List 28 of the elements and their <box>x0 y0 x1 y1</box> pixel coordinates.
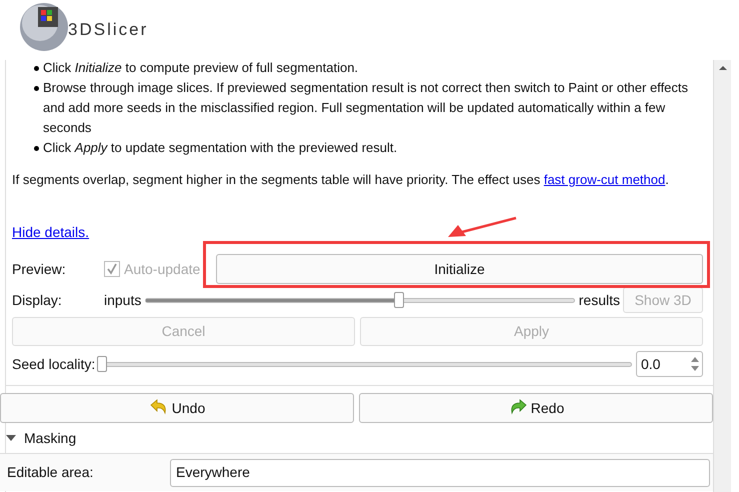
masking-section-title[interactable]: Masking <box>24 428 76 448</box>
slider-thumb[interactable] <box>394 292 404 308</box>
expand-caret-icon[interactable] <box>6 434 16 442</box>
bullet-icon <box>34 146 39 151</box>
instruction-text: Click Apply to update segmentation with the previewed result. <box>43 139 398 157</box>
app-name: 3DSlicer <box>68 19 148 42</box>
seed-locality-slider[interactable] <box>97 356 632 372</box>
fast-grow-cut-link[interactable]: fast grow-cut method <box>544 172 666 187</box>
display-label: Display: <box>12 290 63 310</box>
slider-thumb[interactable] <box>97 356 108 372</box>
annotation-arrow <box>446 216 518 238</box>
seed-locality-spinbox[interactable]: 0.0 <box>636 351 703 377</box>
seed-locality-label: Seed locality: <box>12 354 96 374</box>
effect-note: If segments overlap, segment higher in the segments table will have priority. The effect uses fast grow-cut method. <box>12 172 669 187</box>
editable-area-dropdown[interactable]: Everywhere <box>170 458 710 486</box>
editable-area-label: Editable area: <box>7 463 94 482</box>
results-label: results <box>578 290 620 310</box>
initialize-button[interactable]: Initialize <box>216 254 703 284</box>
bullet-icon <box>34 86 39 91</box>
preview-label: Preview: <box>12 260 67 278</box>
instruction-text: Click Initialize to compute preview of full segmentation. <box>43 59 358 77</box>
display-slider[interactable] <box>145 293 575 307</box>
inputs-label: inputs <box>104 290 142 310</box>
undo-button[interactable]: Undo <box>0 393 354 423</box>
redo-button[interactable]: Redo <box>359 393 713 423</box>
checkmark-icon <box>106 263 118 275</box>
hide-details-link[interactable]: Hide details. <box>12 224 90 240</box>
bullet-icon <box>34 66 39 71</box>
